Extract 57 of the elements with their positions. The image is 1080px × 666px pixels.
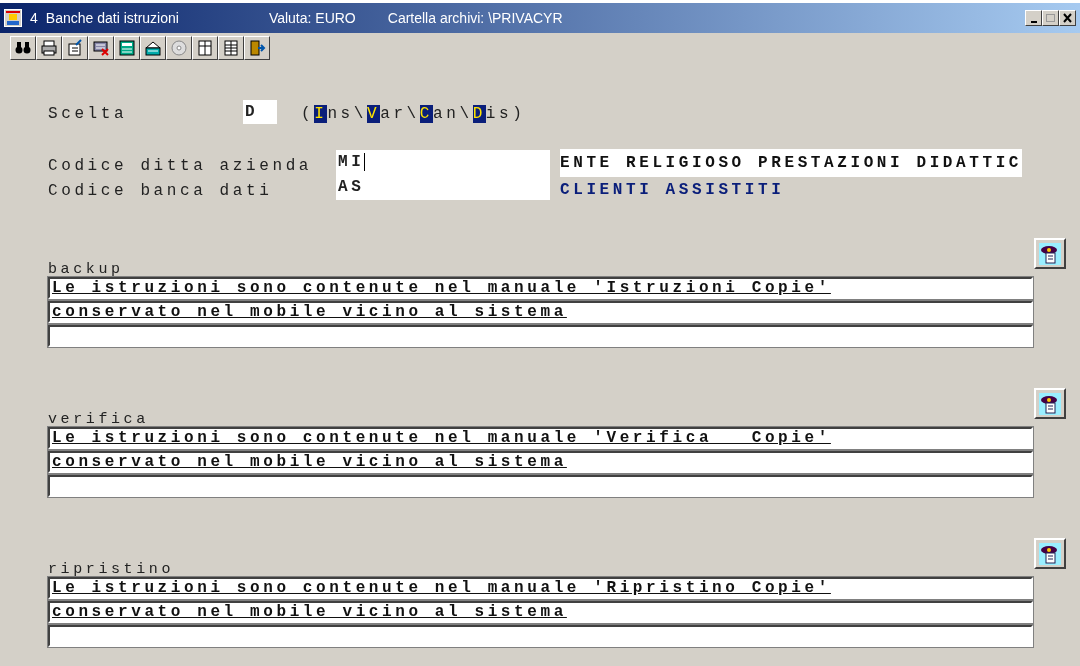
minimize-icon xyxy=(1030,20,1037,23)
description-text: CLIENTI ASSISTITI xyxy=(560,179,785,201)
eye-document-icon xyxy=(1039,542,1061,565)
app-icon xyxy=(4,9,22,27)
description-text: ENTE RELIGIOSO PRESTAZIONI DIDATTIC xyxy=(560,148,1023,177)
printer-icon xyxy=(40,39,58,57)
text-line-field[interactable]: conservato nel mobile vicino al sistema xyxy=(48,601,1033,623)
toolbar-button[interactable] xyxy=(114,36,140,60)
minimize-button[interactable] xyxy=(1025,10,1042,26)
inbox-icon xyxy=(144,39,162,57)
currency-label: Valuta: EURO xyxy=(268,8,356,28)
close-button[interactable] xyxy=(1059,10,1076,26)
toolbar-button[interactable] xyxy=(36,36,62,60)
text-line-field[interactable]: Le istruzioni sono contenute nel manuale 'Verifica Copie' xyxy=(48,427,1033,449)
section-label: ripristino xyxy=(48,559,174,580)
section-label: verifica xyxy=(48,409,149,430)
toolbar-button[interactable] xyxy=(88,36,114,60)
text-line-field[interactable] xyxy=(48,625,1033,647)
view-button[interactable] xyxy=(1034,538,1066,569)
choice-hint: (I ns\V ar\C an\D is) xyxy=(301,104,526,125)
spreadsheet-icon xyxy=(222,39,240,57)
choice-field[interactable]: D xyxy=(243,99,277,124)
keyboard-delete-icon xyxy=(92,39,110,57)
text-line-field[interactable]: conservato nel mobile vicino al sistema xyxy=(48,451,1033,473)
field-label: Codice banca dati xyxy=(48,180,274,202)
window-number: 4 xyxy=(30,8,38,28)
input-field[interactable]: AS xyxy=(336,175,550,200)
toolbar-button[interactable] xyxy=(244,36,270,60)
eye-document-icon xyxy=(1039,392,1061,415)
toolbar-button[interactable] xyxy=(10,36,36,60)
text-line-field[interactable] xyxy=(48,325,1033,347)
text-line-field[interactable]: Le istruzioni sono contenute nel manuale 'Ripristino Copie' xyxy=(48,577,1033,599)
columns-icon xyxy=(196,39,214,57)
text-line-field[interactable]: conservato nel mobile vicino al sistema xyxy=(48,301,1033,323)
text-line-field[interactable] xyxy=(48,475,1033,497)
eye-document-icon xyxy=(1039,242,1061,265)
disc-icon xyxy=(170,39,188,57)
section-label: backup xyxy=(48,259,124,280)
field-label: Scelta xyxy=(48,104,129,125)
toolbar-button[interactable] xyxy=(218,36,244,60)
view-button[interactable] xyxy=(1034,238,1066,269)
folder-label: Cartella archivi: \PRIVACYR xyxy=(387,8,563,28)
toolbar-button[interactable] xyxy=(140,36,166,60)
window-title: Banche dati istruzioni xyxy=(45,8,179,28)
toolbar-button[interactable] xyxy=(62,36,88,60)
calculator-icon xyxy=(118,39,136,57)
maximize-button[interactable] xyxy=(1042,10,1059,26)
view-button[interactable] xyxy=(1034,388,1066,419)
document-edit-icon xyxy=(66,39,84,57)
text-line-field[interactable]: Le istruzioni sono contenute nel manuale 'Istruzioni Copie' xyxy=(48,277,1033,299)
toolbar-button[interactable] xyxy=(166,36,192,60)
maximize-icon xyxy=(1045,13,1056,23)
input-field[interactable]: MI xyxy=(336,150,550,175)
toolbar-button[interactable] xyxy=(192,36,218,60)
field-label: Codice ditta azienda xyxy=(48,155,314,177)
close-icon xyxy=(1062,13,1073,23)
door-exit-icon xyxy=(248,39,266,57)
